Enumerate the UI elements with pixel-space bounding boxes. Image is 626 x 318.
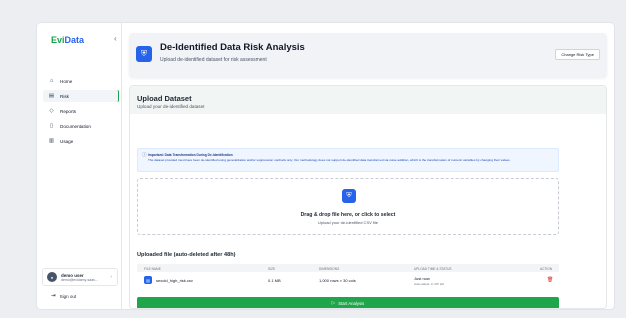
column-header: File name (144, 266, 161, 271)
page-title: De-Identified Data Risk Analysis (160, 42, 305, 53)
column-header: Action (540, 266, 553, 271)
upload-card: Upload Dataset Upload your de-identified… (129, 85, 607, 309)
sidebar-item-label: Home (60, 78, 73, 84)
column-header: Dimensions (319, 266, 340, 271)
info-notice: ⓘ Important: Data Transformation During … (137, 148, 559, 172)
upload-subtitle: Upload your de-identified dataset (137, 104, 205, 109)
app-logo[interactable]: EviData (51, 35, 84, 45)
shield-icon: ⛨ (342, 189, 356, 203)
file-dropzone[interactable]: ⛨ Drag & drop file here, or click to sel… (137, 178, 559, 235)
sidebar-item-label: Documentation (60, 123, 91, 129)
chevron-icon: › (110, 274, 112, 280)
table-header: File name Size Dimensions Upload time & … (137, 264, 559, 272)
sidebar-item-reports[interactable]: ◇ Reports (43, 105, 119, 117)
sidebar-item-label: Reports (60, 108, 77, 114)
play-icon: ▷ (331, 300, 336, 305)
change-risk-type-button[interactable]: Change Risk Type (555, 49, 600, 60)
file-icon: ▤ (144, 276, 152, 284)
start-analysis-label: Start Analysis (338, 300, 365, 306)
trash-icon: 🗑 (547, 277, 554, 283)
file-size: 0.1 MB (268, 278, 281, 283)
sidebar-item-home[interactable]: ⌂ Home (43, 75, 119, 87)
notice-title: Important: Data Transformation During De… (148, 153, 233, 157)
risk-icon: ▤ (48, 93, 55, 99)
sidebar-nav: ⌂ Home ▤ Risk ◇ Reports ▯ Documentation … (43, 75, 119, 150)
page-subtitle: Upload de-identified dataset for risk as… (160, 57, 267, 63)
app-window: EviData ‹ ⌂ Home ▤ Risk ◇ Reports ▯ Docu… (37, 23, 614, 309)
shield-icon: ⛨ (136, 46, 152, 62)
table-row: ▤ sexold_high_risk.csv 0.1 MB 1,000 rows… (137, 276, 559, 290)
upload-status: Auto-delete: in 47h left (414, 282, 445, 286)
user-email: demo@evidamy-saas... (61, 277, 98, 282)
column-header: Upload time & status (414, 266, 452, 271)
sidebar-item-risk[interactable]: ▤ Risk (43, 90, 119, 102)
start-analysis-button[interactable]: ▷ Start Analysis (137, 297, 559, 308)
collapse-sidebar-icon[interactable]: ‹ (114, 34, 117, 43)
file-name: sexold_high_risk.csv (156, 278, 193, 283)
dropzone-title: Drag & drop file here, or click to selec… (300, 212, 396, 218)
usage-icon: ▥ (48, 138, 55, 144)
sidebar-item-usage[interactable]: ▥ Usage (43, 135, 119, 147)
dropzone-subtitle: Upload your de-identified CSV file (317, 220, 379, 225)
uploaded-files-title: Uploaded file (auto-deleted after 48h) (137, 252, 236, 258)
sidebar-item-label: Risk (60, 93, 69, 99)
sidebar-item-documentation[interactable]: ▯ Documentation (43, 120, 119, 132)
sign-out-button[interactable]: ⇥ Sign out (51, 293, 76, 299)
notice-text: The dataset provided must have been de-i… (148, 158, 511, 162)
avatar: ● (47, 272, 57, 282)
upload-title: Upload Dataset (137, 94, 192, 103)
page-header: ⛨ De-Identified Data Risk Analysis Uploa… (129, 33, 607, 78)
document-icon: ▯ (49, 123, 54, 129)
shield-icon: ◇ (49, 108, 54, 114)
info-icon: ⓘ (142, 152, 147, 157)
sign-out-icon: ⇥ (51, 293, 56, 299)
user-menu[interactable]: ● demo user demo@evidamy-saas... › (42, 268, 118, 286)
sidebar: EviData ‹ ⌂ Home ▤ Risk ◇ Reports ▯ Docu… (37, 23, 122, 309)
file-dimensions: 1,000 rows × 30 cols (319, 278, 356, 283)
column-header: Size (268, 266, 276, 271)
home-icon: ⌂ (49, 78, 54, 84)
sign-out-label: Sign out (59, 293, 77, 299)
sidebar-item-label: Usage (60, 138, 74, 144)
upload-time: Just now (414, 276, 430, 281)
card-header: Upload Dataset Upload your de-identified… (130, 86, 606, 114)
delete-file-button[interactable]: 🗑 (547, 277, 553, 283)
